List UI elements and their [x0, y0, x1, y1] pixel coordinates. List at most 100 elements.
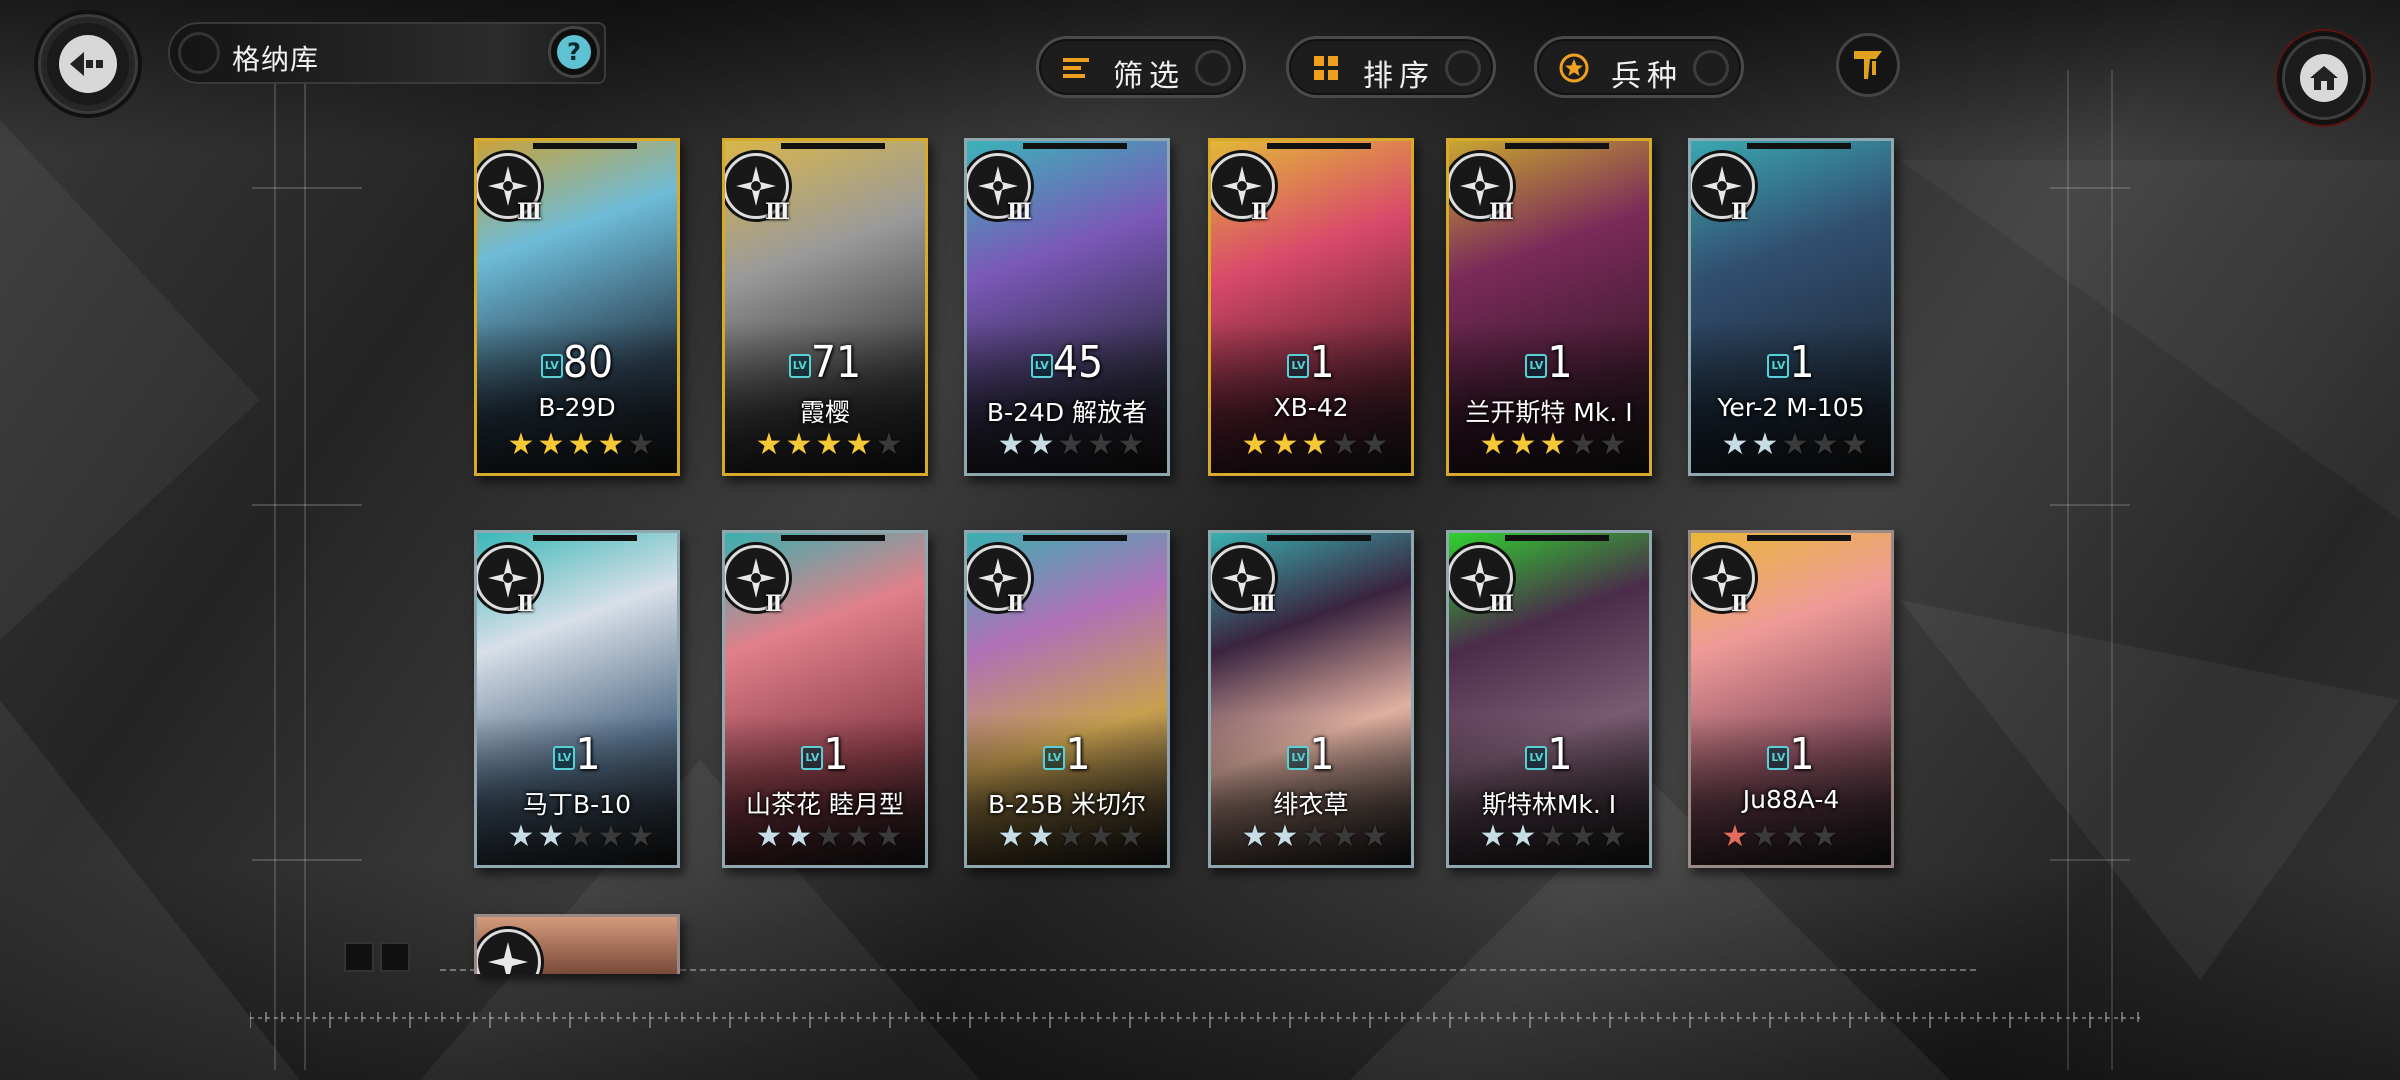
card-top-bar	[533, 143, 637, 149]
star-empty-icon: ★	[1331, 427, 1359, 462]
star-empty-icon: ★	[1057, 819, 1085, 854]
help-icon: ?	[557, 35, 591, 69]
level-display: LV1	[1449, 729, 1649, 780]
home-button[interactable]	[2282, 36, 2366, 120]
level-number: 80	[562, 337, 614, 388]
level-display: LV80	[477, 337, 677, 388]
aircraft-card[interactable]: III LV71 霞樱 ★ ★ ★ ★ ★	[722, 138, 928, 476]
star-filled-icon: ★	[1479, 819, 1507, 854]
star-empty-icon: ★	[1361, 819, 1389, 854]
faction-button[interactable]	[1836, 33, 1900, 97]
star-filled-icon: ★	[1027, 427, 1055, 462]
star-rating: ★ ★ ★ ★	[1719, 821, 1839, 853]
card-top-bar	[781, 535, 885, 541]
page-indicator-square	[344, 942, 374, 972]
tier-numeral: II	[1007, 591, 1025, 617]
level-display: LV45	[967, 337, 1167, 388]
aircraft-card[interactable]: III LV1 兰开斯特 Mk. I ★ ★ ★ ★ ★	[1446, 138, 1652, 476]
level-display: LV1	[1449, 337, 1649, 388]
sort-button[interactable]: 排序	[1286, 36, 1496, 98]
star-filled-icon: ★	[1479, 427, 1507, 462]
level-display: LV1	[1211, 337, 1411, 388]
aircraft-card[interactable]: III LV1 斯特林Mk. I ★ ★ ★ ★ ★	[1446, 530, 1652, 868]
star-empty-icon: ★	[1569, 427, 1597, 462]
level-number: 1	[1547, 729, 1573, 780]
star-empty-icon: ★	[875, 819, 903, 854]
partial-card[interactable]	[474, 914, 680, 974]
level-display: LV1	[725, 729, 925, 780]
star-filled-icon: ★	[1027, 819, 1055, 854]
star-rating: ★ ★ ★ ★ ★	[1719, 429, 1869, 461]
star-rating: ★ ★ ★ ★ ★	[1477, 429, 1627, 461]
level-number: 1	[1547, 337, 1573, 388]
aircraft-name: XB-42	[1273, 393, 1349, 422]
star-filled-icon: ★	[597, 427, 625, 462]
card-top-bar	[1023, 143, 1127, 149]
star-filled-icon: ★	[507, 427, 535, 462]
tier-numeral: II	[765, 591, 783, 617]
card-top-bar	[1267, 143, 1371, 149]
star-empty-icon: ★	[1087, 427, 1115, 462]
star-filled-icon: ★	[845, 427, 873, 462]
card-top-bar	[1747, 143, 1851, 149]
star-filled-icon: ★	[997, 427, 1025, 462]
level-number: 1	[1309, 729, 1335, 780]
star-filled-icon: ★	[567, 427, 595, 462]
aircraft-card[interactable]: II LV1 Yer-2 M-105 ★ ★ ★ ★ ★	[1688, 138, 1894, 476]
aircraft-card[interactable]: II LV1 Ju88A-4 ★ ★ ★ ★	[1688, 530, 1894, 868]
star-filled-icon: ★	[755, 427, 783, 462]
star-filled-icon: ★	[537, 819, 565, 854]
star-empty-icon: ★	[1599, 427, 1627, 462]
tier-numeral: III	[1489, 591, 1514, 617]
level-display: LV1	[1211, 729, 1411, 780]
aircraft-card[interactable]: II LV1 马丁B-10 ★ ★ ★ ★ ★	[474, 530, 680, 868]
unit-type-button[interactable]: 兵种	[1534, 36, 1744, 98]
aircraft-card[interactable]: III LV80 B-29D ★ ★ ★ ★ ★	[474, 138, 680, 476]
star-rating: ★ ★ ★ ★ ★	[1239, 821, 1389, 853]
star-empty-icon: ★	[1117, 819, 1145, 854]
star-rating: ★ ★ ★ ★ ★	[753, 821, 903, 853]
star-filled-icon: ★	[1539, 427, 1567, 462]
level-number: 71	[810, 337, 862, 388]
aircraft-card[interactable]: II LV1 XB-42 ★ ★ ★ ★ ★	[1208, 138, 1414, 476]
star-rating: ★ ★ ★ ★ ★	[1477, 821, 1627, 853]
star-empty-icon: ★	[1569, 819, 1597, 854]
filter-lines-icon	[1063, 58, 1089, 78]
sort-label: 排序	[1363, 59, 1435, 94]
star-rating: ★ ★ ★ ★ ★	[995, 429, 1145, 461]
page-title: 格纳库	[232, 43, 320, 76]
level-number: 45	[1052, 337, 1104, 388]
filter-button[interactable]: 筛选	[1036, 36, 1246, 98]
title-bar: 格纳库	[168, 22, 606, 84]
star-empty-icon: ★	[1751, 819, 1779, 854]
star-empty-icon: ★	[1781, 819, 1809, 854]
star-rating: ★ ★ ★ ★ ★	[505, 429, 655, 461]
level-icon: LV	[1525, 354, 1548, 378]
level-icon: LV	[1767, 354, 1790, 378]
star-filled-icon: ★	[1241, 427, 1269, 462]
aircraft-name: 霞樱	[799, 398, 850, 427]
home-icon	[2300, 54, 2348, 102]
grid-icon	[1314, 56, 1338, 80]
help-button[interactable]: ?	[548, 26, 600, 78]
gear-decoration-icon	[1445, 50, 1481, 86]
star-empty-icon: ★	[815, 819, 843, 854]
level-icon: LV	[1525, 746, 1548, 770]
aircraft-card[interactable]: III LV1 绯衣草 ★ ★ ★ ★ ★	[1208, 530, 1414, 868]
unit-type-label: 兵种	[1611, 59, 1683, 94]
aircraft-card[interactable]: II LV1 B-25B 米切尔 ★ ★ ★ ★ ★	[964, 530, 1170, 868]
level-number: 1	[823, 729, 849, 780]
star-empty-icon: ★	[1117, 427, 1145, 462]
star-filled-icon: ★	[785, 819, 813, 854]
aircraft-card[interactable]: II LV1 山茶花 睦月型 ★ ★ ★ ★ ★	[722, 530, 928, 868]
back-button[interactable]	[38, 14, 138, 114]
star-empty-icon: ★	[845, 819, 873, 854]
aircraft-card[interactable]: III LV45 B-24D 解放者 ★ ★ ★ ★ ★	[964, 138, 1170, 476]
star-empty-icon: ★	[1057, 427, 1085, 462]
tier-numeral: III	[765, 199, 790, 225]
star-rating: ★ ★ ★ ★ ★	[505, 821, 655, 853]
tier-numeral: III	[517, 199, 542, 225]
bottom-ruler-decoration	[250, 1012, 2139, 1028]
star-filled-icon: ★	[1509, 427, 1537, 462]
star-rating: ★ ★ ★ ★ ★	[995, 821, 1145, 853]
